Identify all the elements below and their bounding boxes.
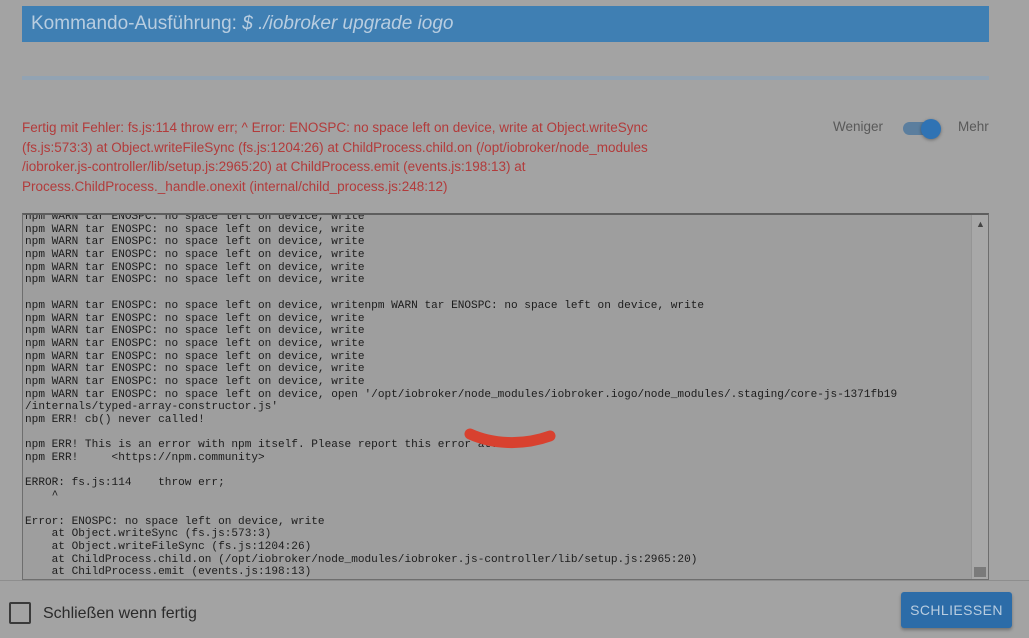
log-scrollbar[interactable]: ▲ [971,215,988,579]
log-line: npm WARN tar ENOSPC: no space left on de… [25,213,365,223]
log-line: Error: ENOSPC: no space left on device, … [25,515,325,528]
log-line: npm WARN tar ENOSPC: no space left on de… [25,388,898,401]
toggle-switch-thumb[interactable] [921,119,941,139]
log-line: npm WARN tar ENOSPC: no space left on de… [25,274,365,287]
log-line: npm WARN tar ENOSPC: no space left on de… [25,299,705,312]
detail-toggle: Weniger Mehr [833,116,993,140]
toggle-less-label: Weniger [833,119,884,134]
log-line: ERROR: fs.js:114 throw err; [25,477,225,490]
log-line: npm WARN tar ENOSPC: no space left on de… [25,236,365,249]
error-message: Fertig mit Fehler: fs.js:114 throw err; … [22,120,648,194]
scrollbar-thumb[interactable] [974,567,986,577]
close-when-done-label[interactable]: Schließen wenn fertig [43,605,197,623]
log-line: at ChildProcess.emit (events.js:198:13) [25,566,312,579]
triangle-up-icon[interactable]: ▲ [972,217,988,231]
log-line: npm WARN tar ENOSPC: no space left on de… [25,337,365,350]
close-button[interactable]: SCHLIESSEN [901,592,1012,628]
redaction-mark [464,428,556,448]
log-line: at ChildProcess.child.on (/opt/iobroker/… [25,553,698,566]
toggle-more-label: Mehr [958,119,989,134]
command-dialog: Kommando-Ausführung: $ ./iobroker upgrad… [0,0,1029,638]
log-line: npm WARN tar ENOSPC: no space left on de… [25,325,365,338]
log-line: npm WARN tar ENOSPC: no space left on de… [25,312,365,325]
log-line: npm WARN tar ENOSPC: no space left on de… [25,375,365,388]
dialog-title: Kommando-Ausführung: $ ./iobroker upgrad… [22,6,989,42]
log-content: npm WARN tar ENOSPC: no space left on de… [25,213,970,579]
log-line: /internals/typed-array-constructor.js' [25,401,278,414]
log-line: npm WARN tar ENOSPC: no space left on de… [25,261,365,274]
dialog-footer: Schließen wenn fertig SCHLIESSEN [0,580,1029,638]
log-line: npm WARN tar ENOSPC: no space left on de… [25,350,365,363]
log-line: at Object.writeSync (fs.js:573:3) [25,528,272,541]
dialog-title-prefix: Kommando-Ausführung: [31,13,237,34]
log-line: npm WARN tar ENOSPC: no space left on de… [25,249,365,262]
close-when-done-checkbox[interactable] [9,602,31,624]
log-line: at Object.writeFileSync (fs.js:1204:26) [25,540,312,553]
log-line: npm WARN tar ENOSPC: no space left on de… [25,223,365,236]
dialog-title-command: $ ./iobroker upgrade iogo [242,13,454,34]
log-line: ^ [25,490,59,503]
log-output[interactable]: npm WARN tar ENOSPC: no space left on de… [22,213,989,580]
log-line: npm WARN tar ENOSPC: no space left on de… [25,363,365,376]
progress-bar [22,76,989,80]
